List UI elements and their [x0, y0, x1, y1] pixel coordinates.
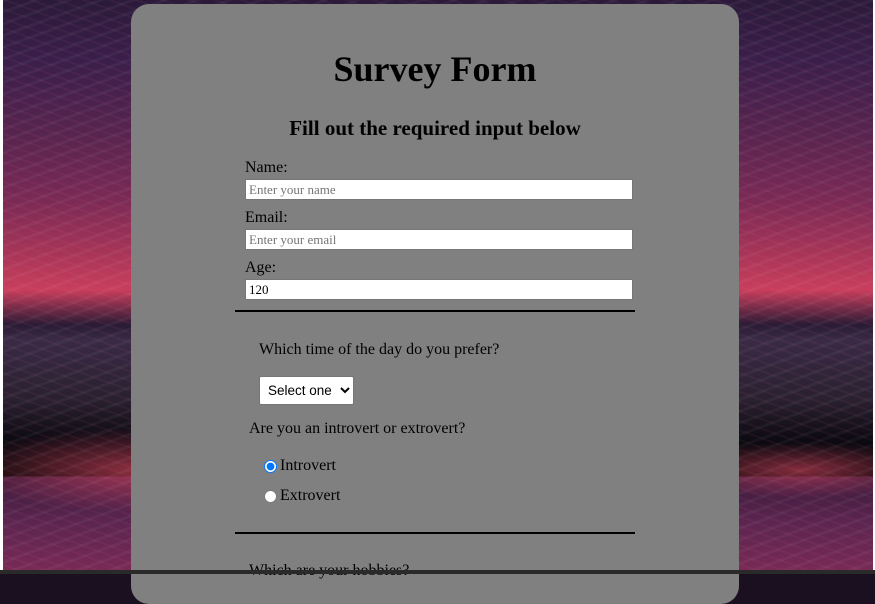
- name-label: Name:: [245, 159, 288, 176]
- extrovert-label: Extrovert: [280, 487, 341, 504]
- page-title: Survey Form: [333, 49, 537, 89]
- introvert-radio[interactable]: [264, 459, 277, 473]
- age-label: Age:: [245, 259, 277, 276]
- page-subtitle: Fill out the required input below: [289, 116, 581, 140]
- section-divider-1: [235, 310, 635, 312]
- window-edge-bottom: [0, 570, 875, 574]
- personality-question: Are you an introvert or extrovert?: [249, 420, 466, 437]
- name-input[interactable]: [245, 179, 633, 200]
- time-of-day-select[interactable]: Select one: [259, 376, 354, 405]
- extrovert-radio[interactable]: [264, 489, 277, 503]
- survey-panel: Survey Form Fill out the required input …: [131, 4, 739, 604]
- email-input[interactable]: [245, 229, 633, 250]
- radio-row-extrovert[interactable]: Extrovert: [264, 487, 340, 505]
- time-question: Which time of the day do you prefer?: [259, 341, 500, 358]
- window-edge-left: [0, 0, 3, 574]
- section-divider-2: [235, 532, 635, 534]
- email-label: Email:: [245, 209, 288, 226]
- introvert-label: Introvert: [280, 457, 336, 474]
- age-input[interactable]: [245, 279, 633, 300]
- radio-row-introvert[interactable]: Introvert: [264, 457, 336, 475]
